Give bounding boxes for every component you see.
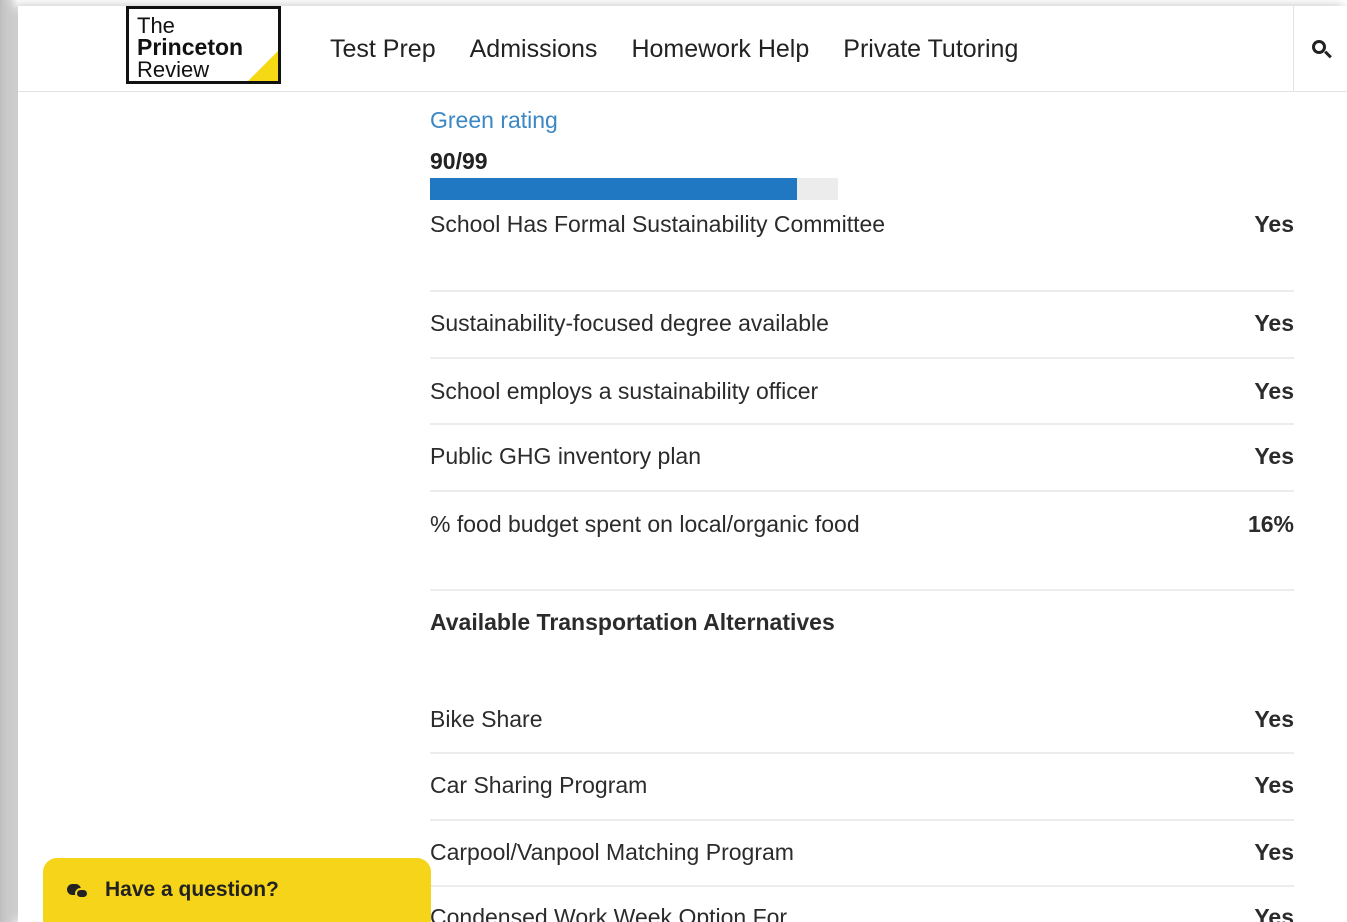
logo-corner-triangle bbox=[246, 49, 278, 81]
row-value: Yes bbox=[1254, 378, 1294, 404]
table-row: Bike Share Yes bbox=[430, 688, 1294, 754]
sustainability-list: School Has Formal Sustainability Committ… bbox=[430, 208, 1294, 922]
logo-line-2: Princeton bbox=[137, 34, 244, 60]
row-label: Public GHG inventory plan bbox=[430, 443, 702, 469]
table-row: Sustainability-focused degree available Y… bbox=[430, 292, 1294, 359]
chat-bubbles-icon bbox=[67, 882, 91, 902]
row-label: School Has Formal Sustainability Committ… bbox=[430, 211, 886, 237]
row-label: % food budget spent on local/organic foo… bbox=[430, 511, 860, 537]
green-rating-bar-fill bbox=[430, 178, 797, 200]
row-value: Yes bbox=[1254, 904, 1294, 922]
table-row: % food budget spent on local/organic foo… bbox=[430, 492, 1294, 591]
section-heading-row: Available Transportation Alternatives bbox=[430, 591, 1294, 688]
screen: The Princeton Review Test Prep Admission… bbox=[0, 0, 1347, 922]
table-row: Car Sharing Program Yes bbox=[430, 754, 1294, 821]
row-value: Yes bbox=[1254, 839, 1294, 865]
search-icon bbox=[1310, 38, 1332, 60]
section-heading: Available Transportation Alternatives bbox=[430, 609, 835, 635]
green-rating-bar bbox=[430, 178, 838, 200]
green-rating-label[interactable]: Green rating bbox=[430, 107, 558, 134]
row-value: Yes bbox=[1254, 706, 1294, 732]
table-row: School employs a sustainability officer Y… bbox=[430, 359, 1294, 425]
search-button[interactable] bbox=[1293, 6, 1347, 92]
green-rating-value: 90/99 bbox=[430, 148, 488, 174]
row-value: Yes bbox=[1254, 211, 1294, 237]
row-value: Yes bbox=[1254, 772, 1294, 798]
nav-admissions[interactable]: Admissions bbox=[470, 35, 598, 64]
princeton-review-logo[interactable]: The Princeton Review bbox=[126, 6, 281, 84]
table-row: Condensed Work Week Option For Yes bbox=[430, 887, 1294, 922]
site-header: The Princeton Review Test Prep Admission… bbox=[18, 6, 1347, 92]
page: The Princeton Review Test Prep Admission… bbox=[18, 6, 1347, 922]
table-row: Carpool/Vanpool Matching Program Yes bbox=[430, 821, 1294, 887]
row-value: Yes bbox=[1254, 310, 1294, 336]
row-label: Car Sharing Program bbox=[430, 772, 648, 798]
table-row: Public GHG inventory plan Yes bbox=[430, 425, 1294, 492]
row-value: 16% bbox=[1247, 511, 1294, 537]
chat-widget-button[interactable]: Have a question? bbox=[43, 858, 431, 922]
main-nav: Test Prep Admissions Homework Help Priva… bbox=[330, 6, 1018, 92]
row-label: Bike Share bbox=[430, 706, 543, 732]
row-label: School employs a sustainability officer bbox=[430, 378, 819, 404]
nav-test-prep[interactable]: Test Prep bbox=[330, 35, 436, 64]
chat-label: Have a question? bbox=[105, 878, 279, 901]
nav-homework-help[interactable]: Homework Help bbox=[631, 35, 809, 64]
row-label: Condensed Work Week Option For bbox=[430, 904, 788, 922]
nav-private-tutoring[interactable]: Private Tutoring bbox=[843, 35, 1018, 64]
table-row: School Has Formal Sustainability Committ… bbox=[430, 208, 1294, 292]
logo-line-3: Review bbox=[137, 57, 210, 82]
row-value: Yes bbox=[1254, 443, 1294, 469]
row-label: Carpool/Vanpool Matching Program bbox=[430, 839, 794, 865]
row-label: Sustainability-focused degree available bbox=[430, 310, 829, 336]
